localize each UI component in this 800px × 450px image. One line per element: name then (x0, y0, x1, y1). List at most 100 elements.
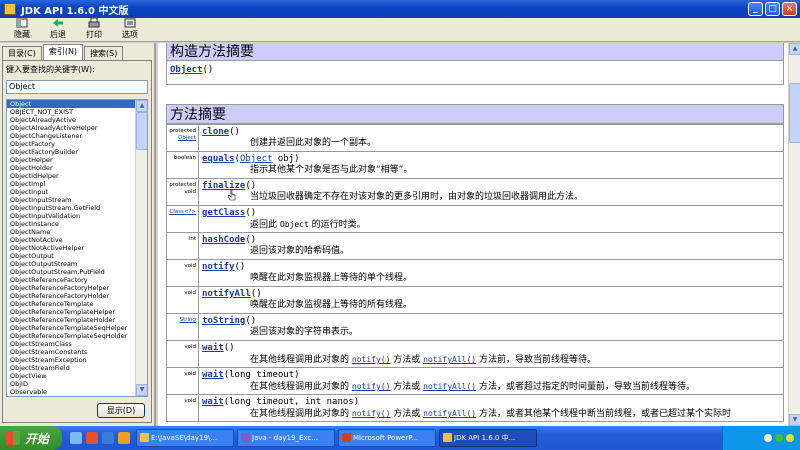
scroll-up-arrow-icon[interactable]: ▲ (136, 100, 147, 112)
keyword-list-item[interactable]: ObjectStreamField (7, 364, 135, 372)
browser-icon[interactable] (86, 432, 98, 444)
return-type-link[interactable]: String (180, 317, 196, 323)
content-scrollbar[interactable]: ▲ ▼ (788, 43, 800, 426)
scroll-thumb[interactable] (136, 112, 147, 150)
notifyall-link[interactable]: notifyAll() (423, 382, 476, 391)
keyword-list-item[interactable]: ObjectReferenceTemplateHelper (7, 308, 135, 316)
keyword-list[interactable]: Object OBJECT_NOT_EXIST ObjectAlreadyActiv… (6, 99, 148, 397)
keyword-list-item[interactable]: Observable (7, 388, 135, 396)
method-return-type: void (184, 189, 196, 195)
scroll-down-arrow-icon[interactable]: ▼ (136, 384, 147, 396)
method-link[interactable]: notifyAll (202, 289, 251, 299)
notify-link[interactable]: notify() (352, 382, 391, 391)
tray-icon[interactable] (764, 434, 772, 442)
ie-icon[interactable] (102, 432, 114, 444)
keyword-list-item[interactable]: ObjectView (7, 372, 135, 380)
print-button[interactable]: 打印 (76, 17, 112, 41)
tray-icon[interactable] (775, 434, 783, 442)
method-link[interactable]: wait (202, 343, 224, 353)
hide-icon (16, 18, 28, 28)
keyword-list-item[interactable]: ObjectReferenceTemplateHolder (7, 316, 135, 324)
notifyall-link[interactable]: notifyAll() (423, 409, 476, 418)
scroll-down-arrow-icon[interactable]: ▼ (789, 414, 800, 426)
method-link[interactable]: clone (202, 127, 229, 137)
method-link[interactable]: hashCode (202, 235, 245, 245)
keyword-list-item[interactable]: ObjID (7, 380, 135, 388)
keyword-list-item[interactable]: ObjectName (7, 228, 135, 236)
keyword-list-item[interactable]: ObjectAlreadyActive (7, 116, 135, 124)
method-row: void notify() 唤醒在此对象监视器上等待的单个线程。 (167, 259, 783, 286)
keyword-list-item[interactable]: ObjectReferenceTemplateSeqHelper (7, 324, 135, 332)
back-button[interactable]: 后退 (40, 17, 76, 41)
taskbar-task-button[interactable]: Microsoft PowerP... (338, 429, 436, 447)
method-link[interactable]: notify (202, 262, 235, 272)
keyword-list-scrollbar[interactable]: ▲ ▼ (135, 100, 147, 396)
tab-index[interactable]: 索引(N) (42, 44, 84, 61)
keyword-list-item[interactable]: Object (7, 100, 135, 108)
keyword-list-item[interactable]: ObjectStreamException (7, 356, 135, 364)
keyword-list-item[interactable]: ObjectOutputStream (7, 260, 135, 268)
keyword-list-item[interactable]: ObjectInputValidation (7, 212, 135, 220)
close-button[interactable]: × (782, 2, 797, 16)
keyword-input[interactable]: Object (6, 80, 148, 94)
keyword-list-item[interactable]: ObjectInput (7, 188, 135, 196)
keyword-list-item[interactable]: ObjectInputStream (7, 196, 135, 204)
task-app-icon (443, 433, 452, 442)
return-type-link[interactable]: Class<?> (169, 209, 196, 215)
print-label: 打印 (86, 30, 102, 39)
maximize-button[interactable]: □ (765, 2, 780, 16)
method-return-type: void (184, 344, 196, 350)
tab-contents[interactable]: 目录(C) (2, 46, 42, 61)
start-button[interactable]: 开始 (0, 426, 62, 450)
constructor-link[interactable]: Object (170, 65, 203, 75)
keyword-list-item[interactable]: ObjectReferenceFactoryHolder (7, 292, 135, 300)
keyword-list-item[interactable]: ObjectFactory (7, 140, 135, 148)
keyword-list-item[interactable]: ObjectInputStream.GetField (7, 204, 135, 212)
method-link[interactable]: wait (202, 397, 224, 407)
scroll-thumb[interactable] (789, 83, 800, 143)
show-button[interactable]: 显示(D) (97, 403, 145, 418)
keyword-list-item[interactable]: ObjectReferenceTemplateSeqHolder (7, 332, 135, 340)
hide-button[interactable]: 隐藏 (4, 17, 40, 41)
keyword-list-item[interactable]: ObjectReferenceFactory (7, 276, 135, 284)
keyword-list-item[interactable]: ObjectNotActive (7, 236, 135, 244)
method-modifier-cell: void (167, 287, 199, 313)
method-link[interactable]: getClass (202, 208, 245, 218)
keyword-list-item[interactable]: ObjectReferenceFactoryHelper (7, 284, 135, 292)
return-type-link[interactable]: Object (178, 135, 196, 141)
keyword-list-item[interactable]: ObjectFactoryBuilder (7, 148, 135, 156)
param-type-link[interactable]: Object (240, 154, 273, 164)
keyword-list-item[interactable]: ObjectStreamConstants (7, 348, 135, 356)
scroll-up-arrow-icon[interactable]: ▲ (789, 43, 800, 55)
keyword-list-item[interactable]: ObjectOutputStream.PutField (7, 268, 135, 276)
method-link[interactable]: wait (202, 370, 224, 380)
keyword-list-item[interactable]: ObjectAlreadyActiveHelper (7, 124, 135, 132)
keyword-list-item[interactable]: ObjectHolder (7, 164, 135, 172)
method-signature: wait(long timeout, int nanos) (202, 397, 780, 407)
keyword-list-item[interactable]: ObjectOutput (7, 252, 135, 260)
notify-link[interactable]: notify() (352, 409, 391, 418)
keyword-list-item[interactable]: ObjectChangeListener (7, 132, 135, 140)
taskbar-task-button[interactable]: Java - day19_Exc... (237, 429, 335, 447)
keyword-list-item[interactable]: OBJECT_NOT_EXIST (7, 108, 135, 116)
notifyall-link[interactable]: notifyAll() (423, 355, 476, 364)
keyword-list-item[interactable]: ObjectReferenceTemplate (7, 300, 135, 308)
minimize-button[interactable]: _ (748, 2, 763, 16)
notify-link[interactable]: notify() (352, 355, 391, 364)
method-link[interactable]: equals (202, 154, 235, 164)
method-link[interactable]: toString (202, 316, 245, 326)
tab-search[interactable]: 搜索(S) (84, 46, 124, 61)
keyword-list-item[interactable]: ObjectIdHelper (7, 172, 135, 180)
keyword-list-item[interactable]: ObjectInstance (7, 220, 135, 228)
options-button[interactable]: 选项 (112, 17, 148, 41)
taskbar-task-button[interactable]: E:\JavaSE\day19\... (136, 429, 234, 447)
tray-icon[interactable] (786, 434, 794, 442)
taskbar-task-button[interactable]: JDK API 1.6.0 中... (439, 429, 537, 447)
method-link[interactable]: finalize (202, 181, 245, 191)
show-desktop-icon[interactable] (70, 432, 82, 444)
media-icon[interactable] (118, 432, 130, 444)
keyword-list-item[interactable]: ObjectImpl (7, 180, 135, 188)
keyword-list-item[interactable]: ObjectStreamClass (7, 340, 135, 348)
keyword-list-item[interactable]: ObjectHelper (7, 156, 135, 164)
keyword-list-item[interactable]: ObjectNotActiveHelper (7, 244, 135, 252)
